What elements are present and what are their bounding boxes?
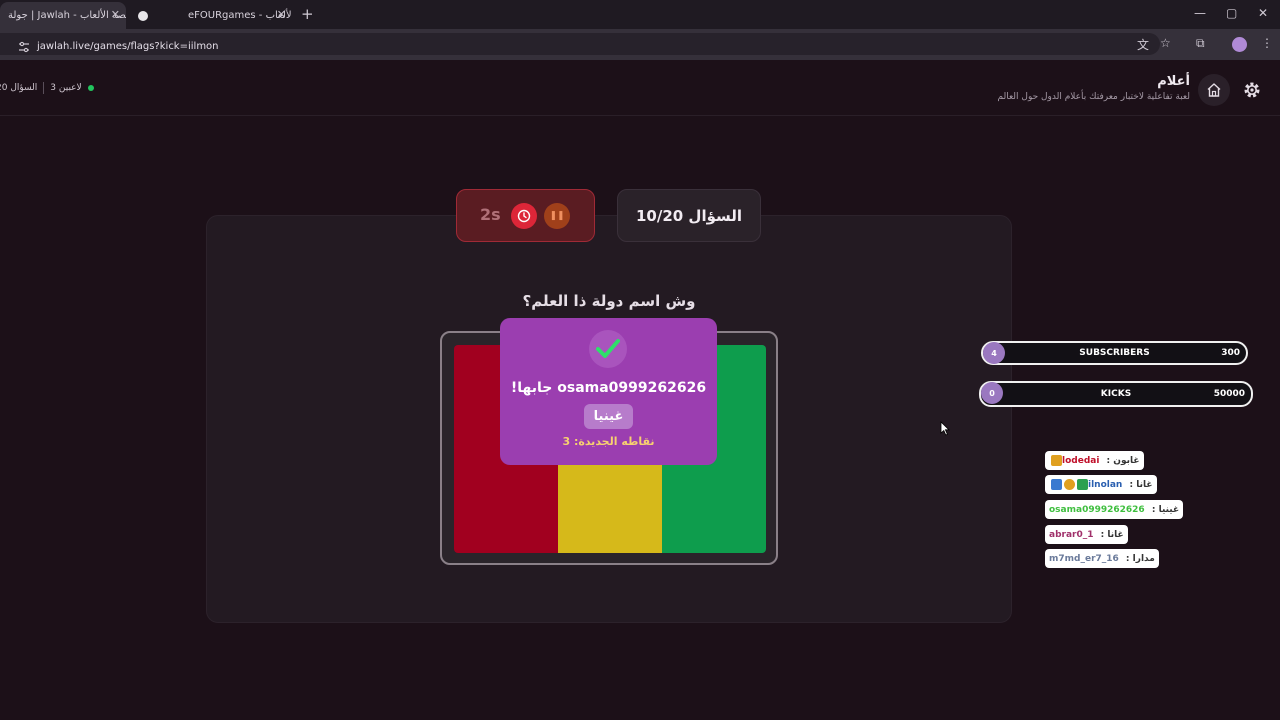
chat-text: غابون — [1113, 455, 1140, 466]
goal-target: 50000 — [1213, 389, 1245, 399]
game-status: السؤال 20 3 لاعبين — [0, 82, 94, 94]
chat-user: abrar0_1 — [1049, 529, 1094, 540]
chat-text: مدارا — [1132, 553, 1155, 564]
goal-label: KICKS — [1100, 389, 1132, 399]
app-header: السؤال 20 3 لاعبين أعلام لعبة تفاعلية لا… — [0, 60, 1280, 116]
badge-icon — [1051, 479, 1062, 490]
chat-separator: : — [1148, 504, 1159, 515]
chat-text: غانا — [1107, 529, 1124, 540]
profile-avatar[interactable] — [1232, 37, 1247, 52]
chat-message: غابون : lodedai — [1045, 451, 1144, 470]
chat-user: lodedai — [1062, 455, 1100, 466]
chat-message: غانا : ilnolan — [1045, 475, 1157, 494]
badge-icon — [1077, 479, 1088, 490]
answer-chip: غينيا — [584, 404, 633, 429]
question-short: السؤال 20 — [0, 83, 38, 93]
chat-user: m7md_er7_16 — [1049, 553, 1119, 564]
close-window-icon[interactable]: ✕ — [1258, 6, 1268, 20]
chat-separator: : — [1122, 553, 1133, 564]
chat-text: غينيا — [1158, 504, 1180, 515]
close-tab-icon[interactable]: ✕ — [111, 8, 120, 21]
app-area: السؤال 20 3 لاعبين أعلام لعبة تفاعلية لا… — [0, 60, 1280, 720]
goal-kicks: 0 KICKS 50000 — [979, 381, 1253, 407]
page-subtitle: لعبة تفاعلية لاختبار معرفتك بأعلام الدول… — [997, 92, 1190, 102]
chat-user: ilnolan — [1088, 479, 1123, 490]
goal-subscribers: 4 SUBSCRIBERS 300 — [981, 341, 1248, 365]
page-title: أعلام — [1157, 74, 1190, 89]
online-indicator — [87, 85, 94, 91]
star-icon[interactable]: ☆ — [1160, 36, 1171, 50]
goal-label: SUBSCRIBERS — [1079, 348, 1150, 358]
tab-title: جولة | Jawlah - منصة الألعاب — [8, 10, 126, 21]
new-tab-icon[interactable]: + — [301, 5, 314, 23]
tab-strip: جولة | Jawlah - منصة الألعاب ✕ eFOURgame… — [0, 0, 1280, 29]
tab-jawlah[interactable]: جولة | Jawlah - منصة الألعاب ✕ — [0, 2, 126, 29]
home-button[interactable] — [1198, 74, 1230, 106]
url-text[interactable]: jawlah.live/games/flags?kick=iilmon — [37, 41, 219, 52]
check-icon — [589, 330, 627, 368]
timer-panel: 2s ❚❚ — [456, 189, 595, 242]
question-counter: السؤال 10/20 — [617, 189, 761, 242]
tab-efourgames[interactable]: eFOURgames - الألعاب ✕ — [180, 2, 292, 29]
settings-button[interactable] — [1236, 74, 1268, 106]
minimize-icon[interactable]: — — [1194, 6, 1206, 20]
translate-icon[interactable]: 文 — [1137, 36, 1149, 53]
address-bar: ↻ jawlah.live/games/flags?kick=iilmon 文 … — [0, 29, 1280, 60]
menu-dots-icon[interactable]: ⋮ — [1261, 36, 1273, 50]
goal-target: 300 — [1221, 348, 1240, 358]
players-count: 3 لاعبين — [50, 83, 82, 93]
chat-message: غينيا : osama0999262626 — [1045, 500, 1184, 519]
globe-icon — [138, 10, 148, 21]
clock-icon — [511, 203, 537, 229]
badge-icon — [1064, 479, 1075, 490]
chat-message: غانا : abrar0_1 — [1045, 525, 1128, 544]
chat-user: osama0999262626 — [1049, 504, 1145, 515]
chat-message: مدارا : m7md_er7_16 — [1045, 549, 1159, 568]
correct-answer-popup: osama0999262626 جابها! غينيا نقاطه الجدي… — [500, 318, 717, 465]
close-tab-icon[interactable]: ✕ — [277, 8, 286, 21]
points-text: نقاطه الجديدة: 3 — [562, 435, 655, 448]
badge-icon — [1051, 455, 1062, 466]
mouse-cursor-icon — [940, 421, 950, 436]
pause-button[interactable]: ❚❚ — [544, 203, 570, 229]
tab-blank[interactable] — [130, 2, 160, 29]
chat-separator: : — [1097, 529, 1108, 540]
home-icon — [1207, 83, 1221, 97]
chat-separator: : — [1126, 479, 1137, 490]
chat-separator: : — [1103, 455, 1114, 466]
winner-message: osama0999262626 جابها! — [510, 380, 707, 396]
extensions-icon[interactable]: ⧉ — [1196, 36, 1205, 51]
timer-value: 2s — [480, 205, 501, 224]
site-settings-icon[interactable] — [18, 41, 30, 53]
maximize-icon[interactable]: ▢ — [1226, 6, 1237, 20]
url-box[interactable]: jawlah.live/games/flags?kick=iilmon — [0, 33, 1160, 55]
chat-text: غانا — [1136, 479, 1153, 490]
gear-icon — [1244, 82, 1260, 98]
question-prompt: وش اسم دولة ذا العلم؟ — [522, 292, 696, 310]
divider — [43, 82, 45, 94]
